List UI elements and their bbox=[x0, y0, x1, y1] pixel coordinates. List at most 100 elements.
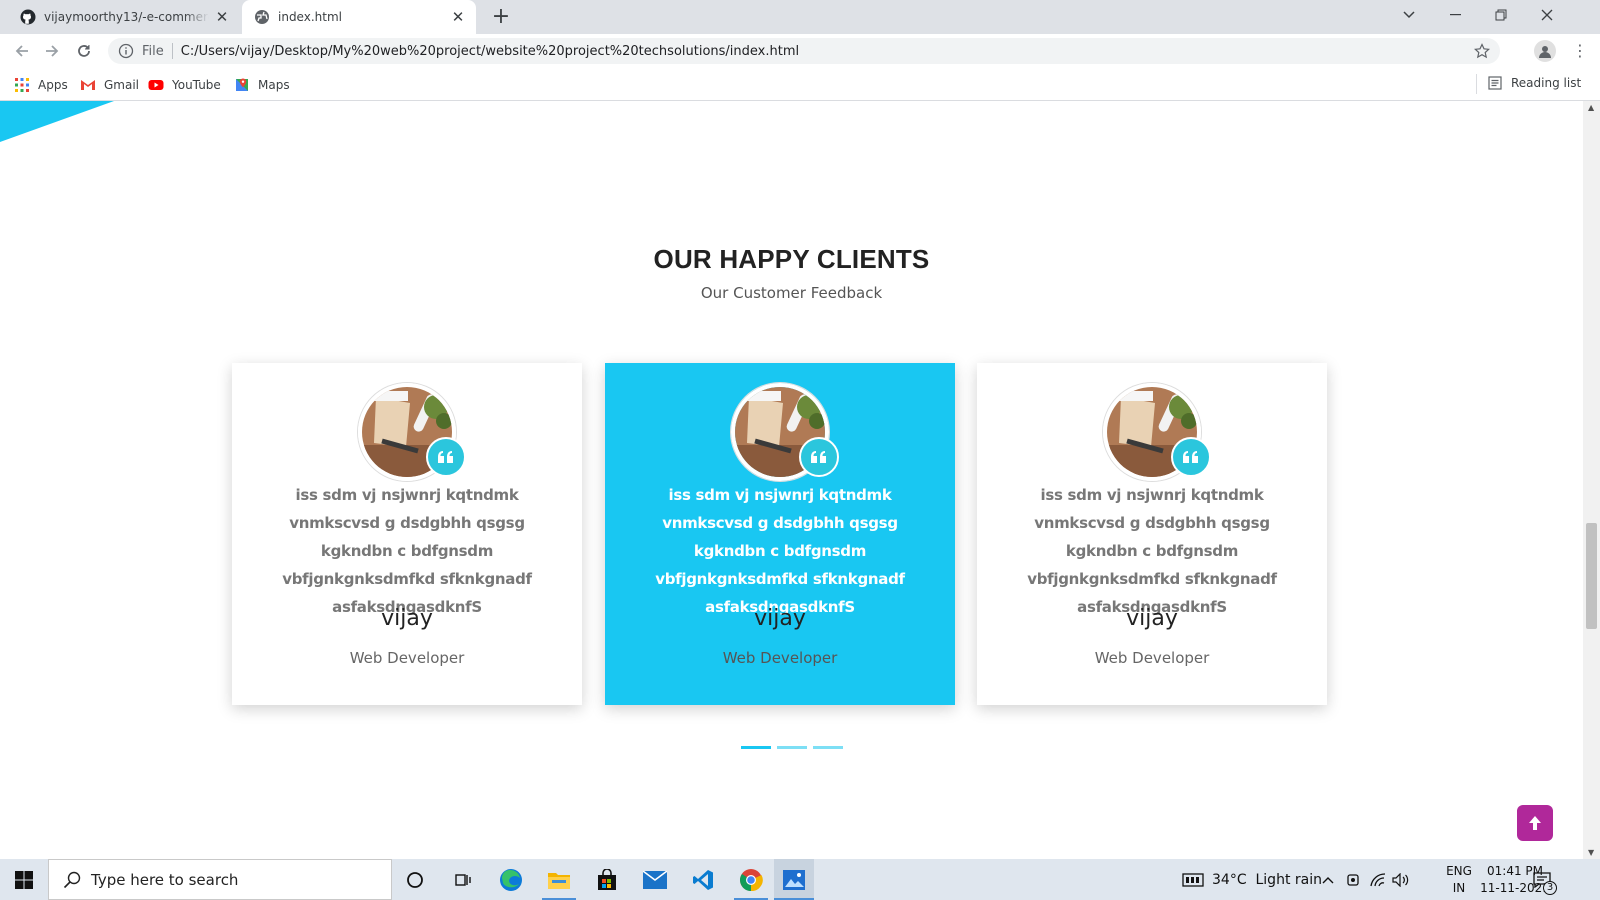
tab-label: vijaymoorthy13/-e-commerce-site bbox=[44, 10, 209, 24]
restore-icon[interactable] bbox=[1478, 0, 1524, 30]
vscode-icon[interactable] bbox=[686, 865, 720, 895]
forward-arrow-icon[interactable] bbox=[40, 39, 64, 63]
reading-list-button[interactable]: Reading list bbox=[1476, 74, 1582, 94]
client-name: vijay bbox=[1126, 606, 1178, 631]
windows-taskbar: Type here to search 34°C Light rain ENG … bbox=[0, 859, 1600, 900]
quote-icon bbox=[799, 437, 839, 477]
bookmark-label: Apps bbox=[38, 77, 68, 92]
client-avatar bbox=[1103, 383, 1211, 481]
weather-widget[interactable]: 34°C Light rain bbox=[1182, 859, 1322, 900]
bookmark-maps[interactable]: Maps bbox=[234, 76, 290, 93]
testimonial-card[interactable]: iss sdm vj nsjwnrj kqtndmk vnmkscvsd g d… bbox=[232, 363, 582, 705]
bookmark-label: YouTube bbox=[172, 77, 221, 92]
client-avatar bbox=[358, 383, 466, 481]
apps-grid-icon bbox=[15, 77, 29, 92]
weather-icon bbox=[1182, 872, 1204, 887]
input-language[interactable]: ENG IN bbox=[1444, 863, 1474, 897]
show-hidden-icons-icon[interactable] bbox=[1322, 859, 1334, 900]
browser-menu-icon[interactable]: ⋮ bbox=[1572, 41, 1588, 61]
github-icon bbox=[20, 9, 36, 25]
meet-now-icon[interactable] bbox=[1346, 859, 1360, 900]
address-separator bbox=[171, 43, 173, 59]
bookmarks-bar: Apps Gmail YouTube Maps Reading list bbox=[0, 68, 1600, 101]
reading-list-label: Reading list bbox=[1511, 76, 1582, 90]
notifications-icon[interactable]: 3 bbox=[1525, 865, 1559, 895]
info-icon[interactable] bbox=[118, 43, 134, 59]
notification-count: 3 bbox=[1543, 881, 1557, 895]
maps-icon bbox=[236, 78, 248, 91]
new-tab-icon[interactable]: + bbox=[488, 4, 514, 30]
close-window-icon[interactable] bbox=[1524, 0, 1570, 30]
bookmark-label: Gmail bbox=[104, 77, 140, 92]
testimonial-text: iss sdm vj nsjwnrj kqtndmk vnmkscvsd g d… bbox=[282, 486, 532, 616]
tab-label: index.html bbox=[278, 10, 342, 24]
file-explorer-icon[interactable] bbox=[542, 865, 576, 900]
testimonial-text: iss sdm vj nsjwnrj kqtndmk vnmkscvsd g d… bbox=[1027, 486, 1277, 616]
carousel-dot-2[interactable] bbox=[777, 746, 807, 749]
testimonial-text: iss sdm vj nsjwnrj kqtndmk vnmkscvsd g d… bbox=[655, 486, 905, 616]
testimonial-card-active[interactable]: iss sdm vj nsjwnrj kqtndmk vnmkscvsd g d… bbox=[605, 363, 955, 705]
decorative-corner-shape bbox=[0, 101, 114, 142]
testimonial-card[interactable]: iss sdm vj nsjwnrj kqtndmk vnmkscvsd g d… bbox=[977, 363, 1327, 705]
section-title: OUR HAPPY CLIENTS bbox=[653, 244, 930, 274]
client-role: Web Developer bbox=[349, 649, 465, 667]
windows-start-icon[interactable] bbox=[7, 865, 41, 895]
carousel-pagination bbox=[741, 746, 843, 749]
section-subtitle: Our Customer Feedback bbox=[700, 284, 883, 302]
scroll-to-top-button[interactable] bbox=[1517, 805, 1553, 841]
scrollbar-thumb[interactable] bbox=[1586, 523, 1597, 629]
tab-index[interactable]: index.html ✕ bbox=[242, 0, 476, 34]
gmail-icon bbox=[81, 79, 95, 90]
back-arrow-icon[interactable] bbox=[10, 39, 34, 63]
language-code: ENG bbox=[1446, 864, 1472, 878]
youtube-icon bbox=[148, 79, 164, 90]
client-role: Web Developer bbox=[722, 649, 838, 667]
cortana-icon[interactable] bbox=[398, 865, 432, 895]
browser-tab-strip: vijaymoorthy13/-e-commerce-site ✕ index.… bbox=[0, 0, 1600, 34]
url-scheme: File bbox=[142, 43, 164, 59]
carousel-dot-1[interactable] bbox=[741, 746, 771, 749]
url-text[interactable]: C:/Users/vijay/Desktop/My%20web%20projec… bbox=[181, 44, 799, 59]
edge-icon[interactable] bbox=[494, 865, 528, 895]
client-avatar bbox=[731, 383, 839, 481]
tab-close-icon[interactable]: ✕ bbox=[450, 9, 466, 25]
taskbar-search-box[interactable]: Type here to search bbox=[48, 859, 392, 900]
reload-icon[interactable] bbox=[72, 39, 96, 63]
profile-avatar-icon[interactable] bbox=[1534, 40, 1556, 62]
mail-icon[interactable] bbox=[638, 865, 672, 895]
address-bar[interactable]: File C:/Users/vijay/Desktop/My%20web%20p… bbox=[108, 38, 1500, 64]
photos-icon[interactable] bbox=[774, 859, 814, 900]
browser-toolbar: File C:/Users/vijay/Desktop/My%20web%20p… bbox=[0, 34, 1600, 68]
globe-icon bbox=[255, 10, 269, 24]
volume-icon[interactable] bbox=[1392, 859, 1410, 900]
page-viewport: OUR HAPPY CLIENTS Our Customer Feedback bbox=[0, 101, 1583, 859]
tab-github[interactable]: vijaymoorthy13/-e-commerce-site ✕ bbox=[8, 0, 240, 34]
bookmark-apps[interactable]: Apps bbox=[14, 76, 68, 93]
page-scrollbar[interactable]: ▲ ▼ bbox=[1583, 101, 1600, 859]
client-role: Web Developer bbox=[1094, 649, 1210, 667]
bookmark-youtube[interactable]: YouTube bbox=[148, 76, 221, 93]
minimize-icon[interactable] bbox=[1432, 0, 1478, 30]
tab-search-icon[interactable] bbox=[1386, 0, 1432, 30]
quote-icon bbox=[426, 437, 466, 477]
quote-icon bbox=[1171, 437, 1211, 477]
store-icon[interactable] bbox=[590, 865, 624, 895]
search-icon bbox=[63, 871, 81, 888]
network-icon[interactable] bbox=[1370, 859, 1386, 900]
task-view-icon[interactable] bbox=[446, 865, 480, 895]
tab-close-icon[interactable]: ✕ bbox=[214, 9, 230, 25]
bookmark-label: Maps bbox=[258, 77, 290, 92]
client-name: vijay bbox=[381, 606, 433, 631]
bookmark-gmail[interactable]: Gmail bbox=[80, 76, 139, 93]
region-code: IN bbox=[1452, 881, 1466, 895]
arrow-up-icon bbox=[1529, 816, 1541, 830]
bookmark-star-icon[interactable] bbox=[1474, 43, 1490, 59]
scroll-up-arrow-icon[interactable]: ▲ bbox=[1588, 103, 1594, 112]
scroll-down-arrow-icon[interactable]: ▼ bbox=[1588, 848, 1594, 857]
carousel-dot-3[interactable] bbox=[813, 746, 843, 749]
client-name: vijay bbox=[754, 606, 806, 631]
chrome-icon[interactable] bbox=[734, 865, 768, 900]
weather-text: 34°C Light rain bbox=[1212, 871, 1322, 888]
bookmarks-divider bbox=[1476, 74, 1477, 94]
search-placeholder: Type here to search bbox=[91, 870, 239, 889]
